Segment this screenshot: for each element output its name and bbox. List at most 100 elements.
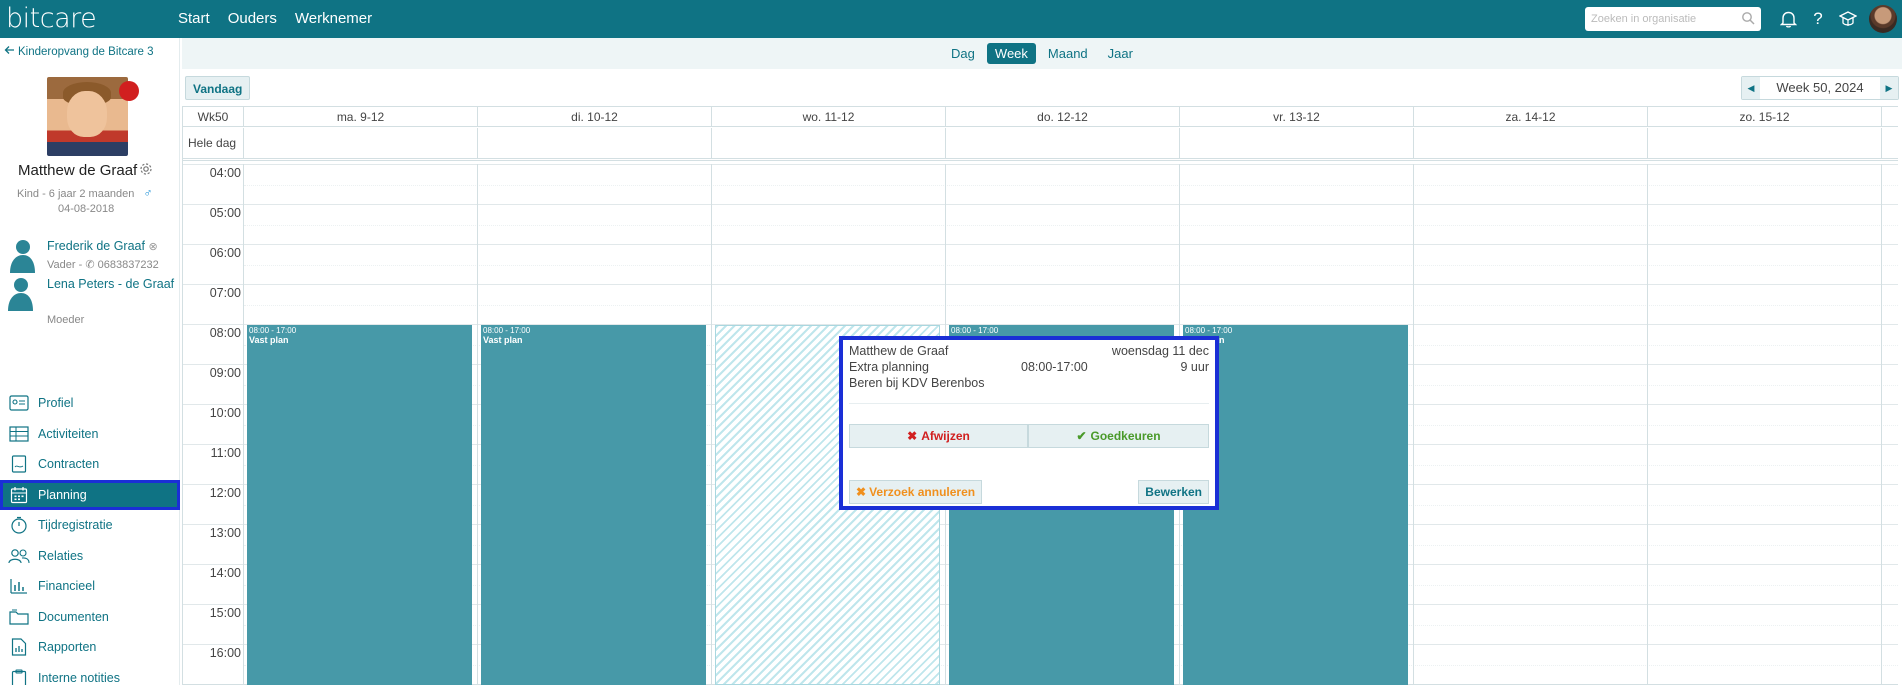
main-content: Dag Week Maand Jaar Vandaag ◀ Week 50, 2… <box>182 38 1902 685</box>
sidebar-item-label: Planning <box>38 487 87 502</box>
hour-label: 10:00 <box>209 406 241 420</box>
day-header[interactable]: wo. 11-12 <box>712 107 946 126</box>
sidebar-item-label: Contracten <box>38 457 100 472</box>
bitcare-logo[interactable]: bitcare <box>6 0 178 38</box>
allday-cell[interactable] <box>244 128 478 158</box>
popup-location: Beren bij KDV Berenbos <box>849 376 985 390</box>
child-photo <box>47 77 128 156</box>
view-switcher: Dag Week Maand Jaar <box>182 38 1902 69</box>
block-time: 08:00 - 17:00 <box>951 326 999 335</box>
sidebar-item-interne-notities[interactable]: Interne notities <box>0 663 180 685</box>
nav-start[interactable]: Start <box>178 0 210 38</box>
parent-name: Frederik de Graaf <box>47 239 145 253</box>
sidebar-item-tijdregistratie[interactable]: Tijdregistratie <box>0 510 180 541</box>
hour-label: 15:00 <box>209 606 241 620</box>
hour-label: 11:00 <box>210 446 241 460</box>
sidebar-item-contracten[interactable]: Contracten <box>0 449 180 480</box>
view-maand-button[interactable]: Maand <box>1040 43 1096 64</box>
nav-ouders[interactable]: Ouders <box>228 0 277 38</box>
popup-type: Extra planning <box>849 360 929 374</box>
view-dag-button[interactable]: Dag <box>943 43 983 64</box>
block-time: 08:00 - 17:00 <box>249 326 297 335</box>
sidebar-item-activiteiten[interactable]: Activiteiten <box>0 419 180 450</box>
allday-row: Hele dag <box>183 128 1898 161</box>
edit-button[interactable]: Bewerken <box>1138 480 1209 504</box>
sidebar-item-documenten[interactable]: Documenten <box>0 602 180 633</box>
today-button[interactable]: Vandaag <box>185 76 251 100</box>
hour-row[interactable]: 07:00 <box>183 284 1898 324</box>
help-icon[interactable]: ? <box>1803 0 1833 38</box>
popup-duration: 9 uur <box>1180 360 1210 374</box>
hour-row[interactable]: 05:00 <box>183 204 1898 244</box>
reject-button[interactable]: ✖ Afwijzen <box>849 424 1028 448</box>
sidebar-item-relaties[interactable]: Relaties <box>0 541 180 572</box>
hour-row[interactable]: 06:00 <box>183 244 1898 284</box>
view-week-button[interactable]: Week <box>986 43 1036 64</box>
sidebar-item-rapporten[interactable]: Rapporten <box>0 632 180 663</box>
planning-block[interactable]: 08:00 - 17:00Vast plan <box>481 325 706 685</box>
search-icon[interactable] <box>1741 11 1755 28</box>
top-bar: bitcare Start Ouders Werknemer ? <box>0 0 1902 38</box>
divider <box>849 403 1209 404</box>
allday-cell[interactable] <box>1414 128 1648 158</box>
allday-label: Hele dag <box>183 128 244 158</box>
hour-label: 07:00 <box>209 286 241 300</box>
gear-icon[interactable] <box>139 162 153 179</box>
parent-role: Moeder <box>47 314 85 326</box>
remove-icon[interactable]: ⊗ <box>148 241 157 253</box>
block-label: Vast plan <box>483 335 523 345</box>
parent-phone: 0683837232 <box>97 259 159 271</box>
parent-name-link[interactable]: Frederik de Graaf ⊗ <box>47 237 177 256</box>
search-input[interactable] <box>1585 7 1735 31</box>
parent-role-label: Vader - <box>47 259 83 271</box>
day-header[interactable]: vr. 13-12 <box>1180 107 1414 126</box>
parent-silhouette-icon <box>6 237 36 273</box>
cancel-request-button[interactable]: ✖ Verzoek annuleren <box>849 480 983 504</box>
folder-icon <box>8 607 30 627</box>
contract-icon <box>8 454 30 474</box>
allday-cell[interactable] <box>946 128 1180 158</box>
day-header[interactable]: za. 14-12 <box>1414 107 1648 126</box>
child-meta: Kind - 6 jaar 2 maanden ♂ <box>17 186 152 200</box>
nav-werknemer[interactable]: Werknemer <box>295 0 372 38</box>
sidebar-item-planning[interactable]: Planning <box>0 479 180 510</box>
parent-name[interactable]: Lena Peters - de Graaf <box>47 275 177 293</box>
bell-icon[interactable] <box>1773 0 1803 38</box>
calendar-header: Wk50 ma. 9-12 di. 10-12 wo. 11-12 do. 12… <box>183 107 1898 127</box>
hour-label: 04:00 <box>209 166 241 180</box>
popup-date: woensdag 11 dec <box>1111 344 1209 358</box>
bar-chart-icon <box>8 576 30 596</box>
week-navigator: ◀ Week 50, 2024 ▶ <box>1741 76 1899 100</box>
block-label: Vast plan <box>249 335 289 345</box>
popup-child-name: Matthew de Graaf <box>849 344 949 358</box>
prev-week-icon[interactable]: ◀ <box>1742 77 1760 99</box>
back-link[interactable]: Kinderopvang de Bitcare 3 <box>4 45 154 58</box>
hour-label: 06:00 <box>209 246 241 260</box>
hour-row[interactable]: 04:00 <box>183 164 1898 204</box>
check-icon: ✔ <box>1076 429 1087 443</box>
allday-cell[interactable] <box>712 128 946 158</box>
allday-cell[interactable] <box>1648 128 1882 158</box>
allday-cell[interactable] <box>478 128 712 158</box>
sidebar-item-label: Interne notities <box>38 670 120 685</box>
approve-button[interactable]: ✔ Goedkeuren <box>1028 424 1209 448</box>
sidebar-item-financieel[interactable]: Financieel <box>0 571 180 602</box>
hour-label: 14:00 <box>209 566 241 580</box>
hour-label: 05:00 <box>209 206 241 220</box>
graduation-icon[interactable] <box>1833 0 1863 38</box>
next-week-icon[interactable]: ▶ <box>1880 77 1898 99</box>
hour-label: 09:00 <box>209 366 241 380</box>
planning-block[interactable]: 08:00 - 17:00Vast plan <box>247 325 472 685</box>
day-header[interactable]: do. 12-12 <box>946 107 1180 126</box>
day-header[interactable]: ma. 9-12 <box>244 107 478 126</box>
day-header[interactable]: di. 10-12 <box>478 107 712 126</box>
sidebar-item-label: Tijdregistratie <box>38 518 113 533</box>
sidebar-menu: Profiel Activiteiten Contracten Planning… <box>0 388 180 685</box>
allday-cell[interactable] <box>1180 128 1414 158</box>
top-nav: Start Ouders Werknemer <box>178 0 390 38</box>
user-avatar[interactable] <box>1869 5 1897 33</box>
table-icon <box>8 424 30 444</box>
sidebar-item-profiel[interactable]: Profiel <box>0 388 180 419</box>
day-header[interactable]: zo. 15-12 <box>1648 107 1882 126</box>
view-jaar-button[interactable]: Jaar <box>1100 43 1141 64</box>
